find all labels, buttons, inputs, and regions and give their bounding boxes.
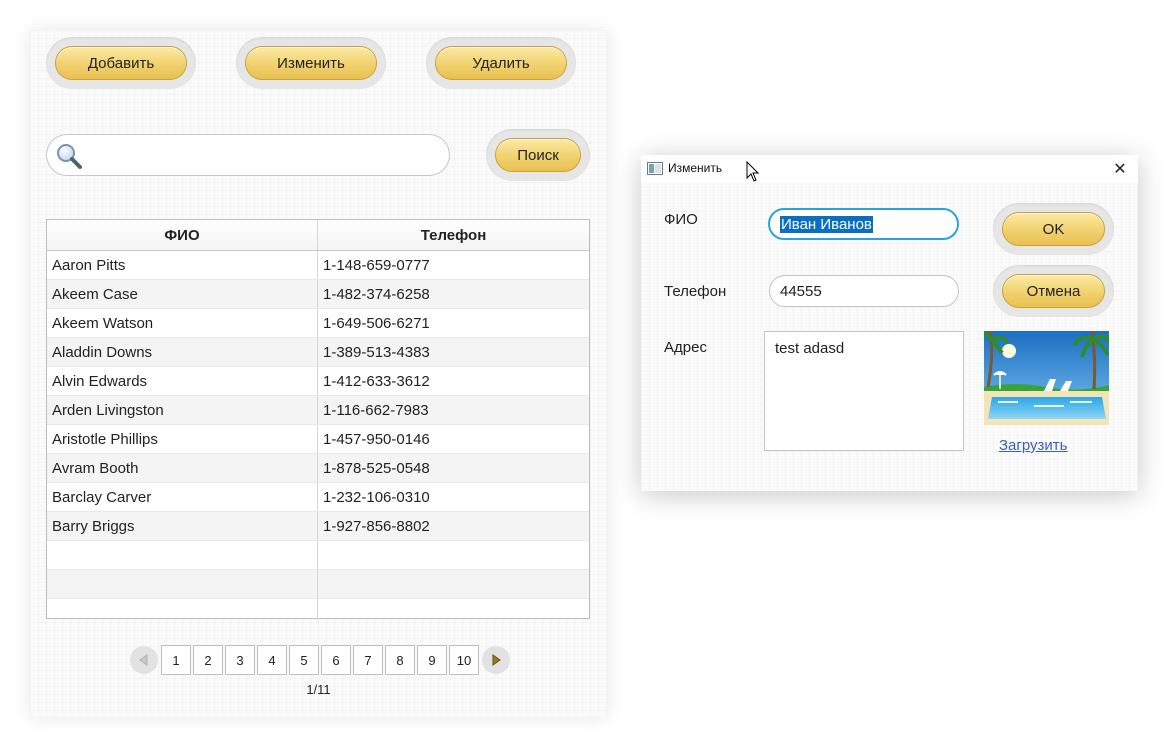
- cell-phone: 1-232-106-0310: [318, 483, 589, 512]
- table-row[interactable]: Barry Briggs 1-927-856-8802: [47, 512, 589, 541]
- cell-phone: [318, 599, 589, 619]
- page-button-3[interactable]: 3: [225, 645, 255, 675]
- cell-phone: [318, 541, 589, 570]
- address-value: test adasd: [775, 340, 845, 357]
- next-page-button[interactable]: [482, 646, 510, 674]
- cell-phone: 1-412-633-3612: [318, 367, 589, 396]
- cancel-button-frame: Отмена: [993, 265, 1114, 317]
- cell-fio: Akeem Watson: [47, 309, 318, 338]
- cell-fio: [47, 599, 318, 619]
- table-row[interactable]: Arden Livingston 1-116-662-7983: [47, 396, 589, 425]
- cell-fio: Barry Briggs: [47, 512, 318, 541]
- page-indicator: 1/11: [306, 682, 331, 697]
- delete-button-frame: Удалить: [426, 37, 576, 89]
- page-button-4[interactable]: 4: [257, 645, 287, 675]
- page-button-1[interactable]: 1: [161, 645, 191, 675]
- table-row[interactable]: Aristotle Phillips 1-457-950-0146: [47, 425, 589, 454]
- cell-phone: [318, 570, 589, 599]
- column-header-phone[interactable]: Телефон: [318, 220, 589, 250]
- page-button-8[interactable]: 8: [385, 645, 415, 675]
- cell-phone: 1-482-374-6258: [318, 280, 589, 309]
- cell-phone: 1-457-950-0146: [318, 425, 589, 454]
- table-row-empty: [47, 541, 589, 570]
- ok-button-frame: OK: [993, 203, 1114, 255]
- fio-field[interactable]: Иван Иванов: [768, 208, 959, 240]
- cell-fio: Alvin Edwards: [47, 367, 318, 396]
- cell-fio: Avram Booth: [47, 454, 318, 483]
- mouse-cursor-icon: [746, 161, 760, 182]
- address-label: Адрес: [664, 339, 707, 356]
- page-button-2[interactable]: 2: [193, 645, 223, 675]
- page-button-9[interactable]: 9: [417, 645, 447, 675]
- table-row[interactable]: Aladdin Downs 1-389-513-4383: [47, 338, 589, 367]
- photo-image: [984, 331, 1109, 425]
- cell-phone: 1-649-506-6271: [318, 309, 589, 338]
- search-button[interactable]: Поиск: [495, 138, 581, 172]
- table-row[interactable]: Avram Booth 1-878-525-0548: [47, 454, 589, 483]
- main-window: Добавить Изменить Удалить Поиск ФИО Теле…: [30, 30, 607, 717]
- edit-dialog: Изменить ✕ ФИО Иван Иванов Телефон 44555…: [641, 155, 1138, 491]
- page-button-6[interactable]: 6: [321, 645, 351, 675]
- phone-label: Телефон: [664, 283, 727, 300]
- cell-fio: Aladdin Downs: [47, 338, 318, 367]
- upload-link[interactable]: Загрузить: [999, 437, 1068, 454]
- page-button-7[interactable]: 7: [353, 645, 383, 675]
- cell-fio: Barclay Carver: [47, 483, 318, 512]
- address-textarea[interactable]: test adasd: [764, 331, 964, 451]
- fio-value: Иван Иванов: [780, 215, 873, 233]
- table-body: Aaron Pitts 1-148-659-0777 Akeem Case 1-48…: [47, 251, 589, 619]
- dialog-title: Изменить: [668, 161, 723, 175]
- phone-value: 44555: [780, 282, 822, 300]
- phone-field[interactable]: 44555: [769, 275, 959, 307]
- cell-phone: 1-389-513-4383: [318, 338, 589, 367]
- cell-fio: Akeem Case: [47, 280, 318, 309]
- page-button-5[interactable]: 5: [289, 645, 319, 675]
- search-button-frame: Поиск: [486, 129, 590, 181]
- cell-phone: 1-878-525-0548: [318, 454, 589, 483]
- page-button-10[interactable]: 10: [449, 645, 479, 675]
- ok-button[interactable]: OK: [1002, 212, 1105, 246]
- prev-page-button[interactable]: [130, 646, 158, 674]
- edit-button[interactable]: Изменить: [245, 46, 377, 80]
- contacts-table: ФИО Телефон Aaron Pitts 1-148-659-0777 Ak…: [46, 219, 590, 619]
- fio-label: ФИО: [664, 211, 698, 228]
- search-input[interactable]: [89, 143, 435, 167]
- cell-phone: 1-148-659-0777: [318, 251, 589, 280]
- table-row[interactable]: Akeem Watson 1-649-506-6271: [47, 309, 589, 338]
- column-header-fio[interactable]: ФИО: [47, 220, 318, 250]
- add-button-frame: Добавить: [46, 37, 196, 89]
- edit-button-frame: Изменить: [236, 37, 386, 89]
- window-icon: [647, 162, 663, 175]
- table-row[interactable]: Aaron Pitts 1-148-659-0777: [47, 251, 589, 280]
- dialog-titlebar[interactable]: Изменить ✕: [641, 155, 1138, 183]
- cancel-button[interactable]: Отмена: [1002, 274, 1105, 308]
- table-row-empty: [47, 599, 589, 619]
- close-icon[interactable]: ✕: [1110, 159, 1130, 179]
- table-row[interactable]: Akeem Case 1-482-374-6258: [47, 280, 589, 309]
- delete-button[interactable]: Удалить: [435, 46, 567, 80]
- pagination: 1 2 3 4 5 6 7 8 9 10: [128, 644, 512, 676]
- table-header: ФИО Телефон: [47, 220, 589, 251]
- table-row[interactable]: Barclay Carver 1-232-106-0310: [47, 483, 589, 512]
- cell-fio: [47, 570, 318, 599]
- cell-fio: Aaron Pitts: [47, 251, 318, 280]
- triangle-left-icon: [139, 654, 148, 666]
- cell-fio: Aristotle Phillips: [47, 425, 318, 454]
- add-button[interactable]: Добавить: [55, 46, 187, 80]
- table-row-empty: [47, 570, 589, 599]
- search-box: [46, 134, 450, 176]
- cell-phone: 1-116-662-7983: [318, 396, 589, 425]
- table-row[interactable]: Alvin Edwards 1-412-633-3612: [47, 367, 589, 396]
- cell-fio: Arden Livingston: [47, 396, 318, 425]
- search-icon: [57, 144, 82, 169]
- cell-fio: [47, 541, 318, 570]
- cell-phone: 1-927-856-8802: [318, 512, 589, 541]
- triangle-right-icon: [492, 654, 501, 666]
